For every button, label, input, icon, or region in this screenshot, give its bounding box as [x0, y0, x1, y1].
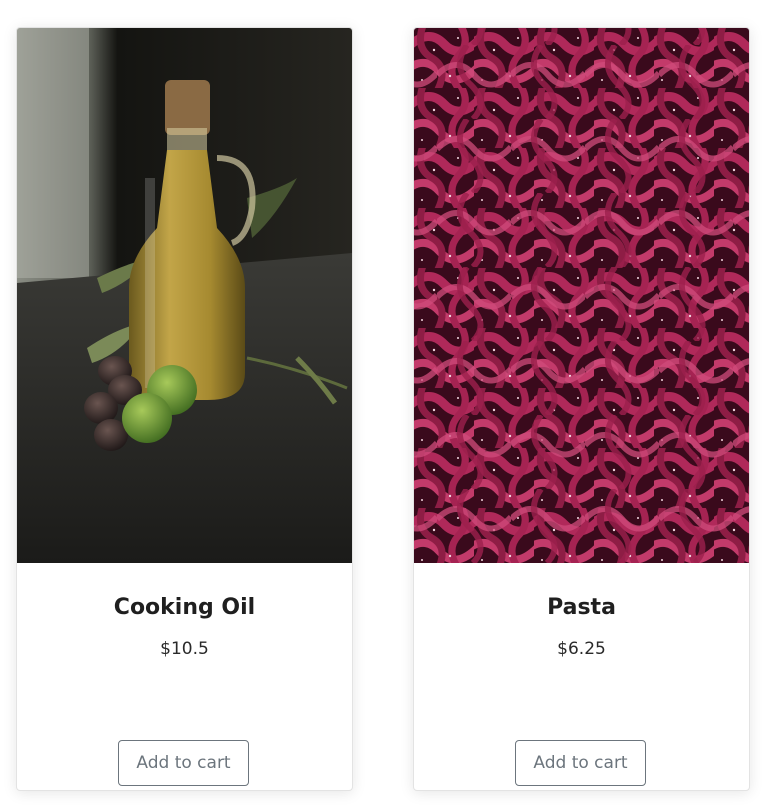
add-to-cart-button[interactable]: Add to cart — [118, 740, 249, 786]
product-card-cooking-oil: Cooking Oil $10.5 Add to cart — [16, 27, 353, 791]
product-price: $10.5 — [160, 639, 209, 659]
product-card-pasta: Pasta $6.25 Add to cart — [413, 27, 750, 791]
product-price: $6.25 — [557, 639, 606, 659]
product-title: Pasta — [547, 595, 616, 620]
product-grid: Cooking Oil $10.5 Add to cart Pasta $6.2… — [0, 0, 769, 811]
add-to-cart-button[interactable]: Add to cart — [515, 740, 646, 786]
product-title: Cooking Oil — [113, 595, 256, 620]
product-image-pasta[interactable] — [414, 28, 749, 563]
card-body: Cooking Oil $10.5 Add to cart — [17, 563, 352, 790]
card-body: Pasta $6.25 Add to cart — [414, 563, 749, 790]
product-image-cooking-oil[interactable] — [17, 28, 352, 563]
